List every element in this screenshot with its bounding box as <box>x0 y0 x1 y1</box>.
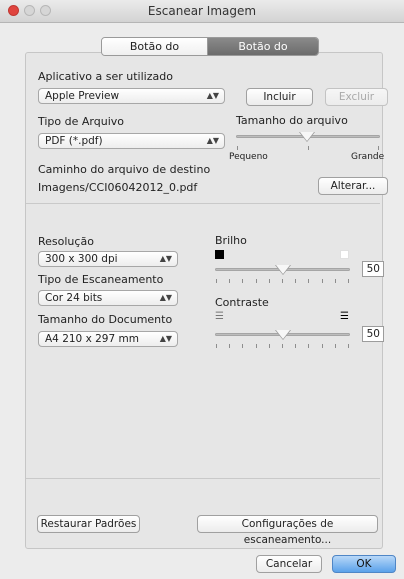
filesize-slider-thumb[interactable] <box>300 132 314 141</box>
change-path-button[interactable]: Alterar... <box>318 177 388 195</box>
dest-label: Caminho do arquivo de destino <box>38 163 211 176</box>
tick <box>295 344 297 348</box>
tick <box>307 146 309 150</box>
filetype-label: Tipo de Arquivo <box>38 115 124 128</box>
restore-defaults-button[interactable]: Restaurar Padrões <box>37 515 140 533</box>
tick <box>268 279 270 283</box>
resolution-select[interactable]: 300 x 300 dpi ▲▼ <box>38 251 178 267</box>
delete-button[interactable]: Excluir <box>325 88 388 106</box>
bottom-divider <box>26 478 380 479</box>
brightness-slider-thumb[interactable] <box>276 265 290 274</box>
tab-bar: Botão do Software Botão do Aparelho <box>101 37 319 56</box>
popup-arrows-icon: ▲▼ <box>206 136 219 145</box>
resolution-label: Resolução <box>38 235 94 248</box>
scantype-label: Tipo de Escaneamento <box>38 273 164 286</box>
dark-square-icon <box>215 250 224 259</box>
title-bar: Escanear Imagem <box>0 0 404 23</box>
popup-arrows-icon: ▲▼ <box>159 334 172 343</box>
contrast-value-field[interactable]: 50 <box>362 326 384 342</box>
filesize-min-label: Pequeno <box>229 152 268 162</box>
tick <box>242 344 244 348</box>
tick <box>334 344 336 348</box>
popup-arrows-icon: ▲▼ <box>159 254 172 263</box>
resolution-select-value: 300 x 300 dpi <box>45 253 118 265</box>
tick <box>237 146 238 150</box>
scan-image-window: Escanear Imagem Botão do Software Botão … <box>0 0 404 579</box>
docsize-select[interactable]: A4 210 x 297 mm ▲▼ <box>38 331 178 347</box>
brightness-ticks <box>216 279 349 283</box>
tab-software-button[interactable]: Botão do Software <box>102 38 208 55</box>
window-title: Escanear Imagem <box>147 4 257 18</box>
scan-settings-button[interactable]: Configurações de escaneamento... <box>197 515 378 546</box>
docsize-label: Tamanho do Documento <box>38 313 173 326</box>
filetype-select-value: PDF (*.pdf) <box>45 135 103 147</box>
tick <box>216 344 217 348</box>
tick <box>281 279 283 283</box>
tab-device-button[interactable]: Botão do Aparelho <box>208 38 318 55</box>
tick <box>255 279 257 283</box>
contrast-slider-thumb[interactable] <box>276 330 290 339</box>
filesize-ticks <box>237 146 379 150</box>
tick <box>378 146 379 150</box>
tick <box>321 279 323 283</box>
tick <box>242 279 244 283</box>
app-select-value: Apple Preview <box>45 90 120 102</box>
filesize-max-label: Grande <box>351 152 385 162</box>
tick <box>229 344 231 348</box>
tick <box>295 279 297 283</box>
tick <box>255 344 257 348</box>
ok-button[interactable]: OK <box>332 555 396 573</box>
tick <box>268 344 270 348</box>
tick <box>216 279 217 283</box>
popup-arrows-icon: ▲▼ <box>159 293 172 302</box>
brightness-label: Brilho <box>215 234 247 247</box>
low-contrast-icon: ☰ <box>215 311 224 322</box>
tick <box>347 344 349 348</box>
tick <box>347 279 349 283</box>
dest-path: Imagens/CCI06042012_0.pdf <box>38 181 198 194</box>
include-button[interactable]: Incluir <box>246 88 313 106</box>
section-divider <box>26 203 380 204</box>
light-square-icon <box>340 250 349 259</box>
contrast-label: Contraste <box>215 296 269 309</box>
tick <box>321 344 323 348</box>
scantype-select[interactable]: Cor 24 bits ▲▼ <box>38 290 178 306</box>
contrast-ticks <box>216 344 349 348</box>
high-contrast-icon: ☰ <box>340 311 349 322</box>
docsize-select-value: A4 210 x 297 mm <box>45 333 139 345</box>
cancel-button[interactable]: Cancelar <box>256 555 322 573</box>
popup-arrows-icon: ▲▼ <box>206 91 219 100</box>
brightness-value-field[interactable]: 50 <box>362 261 384 277</box>
tick <box>334 279 336 283</box>
app-label: Aplicativo a ser utilizado <box>38 70 173 83</box>
filetype-select[interactable]: PDF (*.pdf) ▲▼ <box>38 133 225 149</box>
tick <box>229 279 231 283</box>
tick <box>308 279 310 283</box>
filesize-label: Tamanho do arquivo <box>236 114 348 127</box>
scantype-select-value: Cor 24 bits <box>45 292 103 304</box>
tick <box>281 344 283 348</box>
tick <box>308 344 310 348</box>
app-select[interactable]: Apple Preview ▲▼ <box>38 88 225 104</box>
